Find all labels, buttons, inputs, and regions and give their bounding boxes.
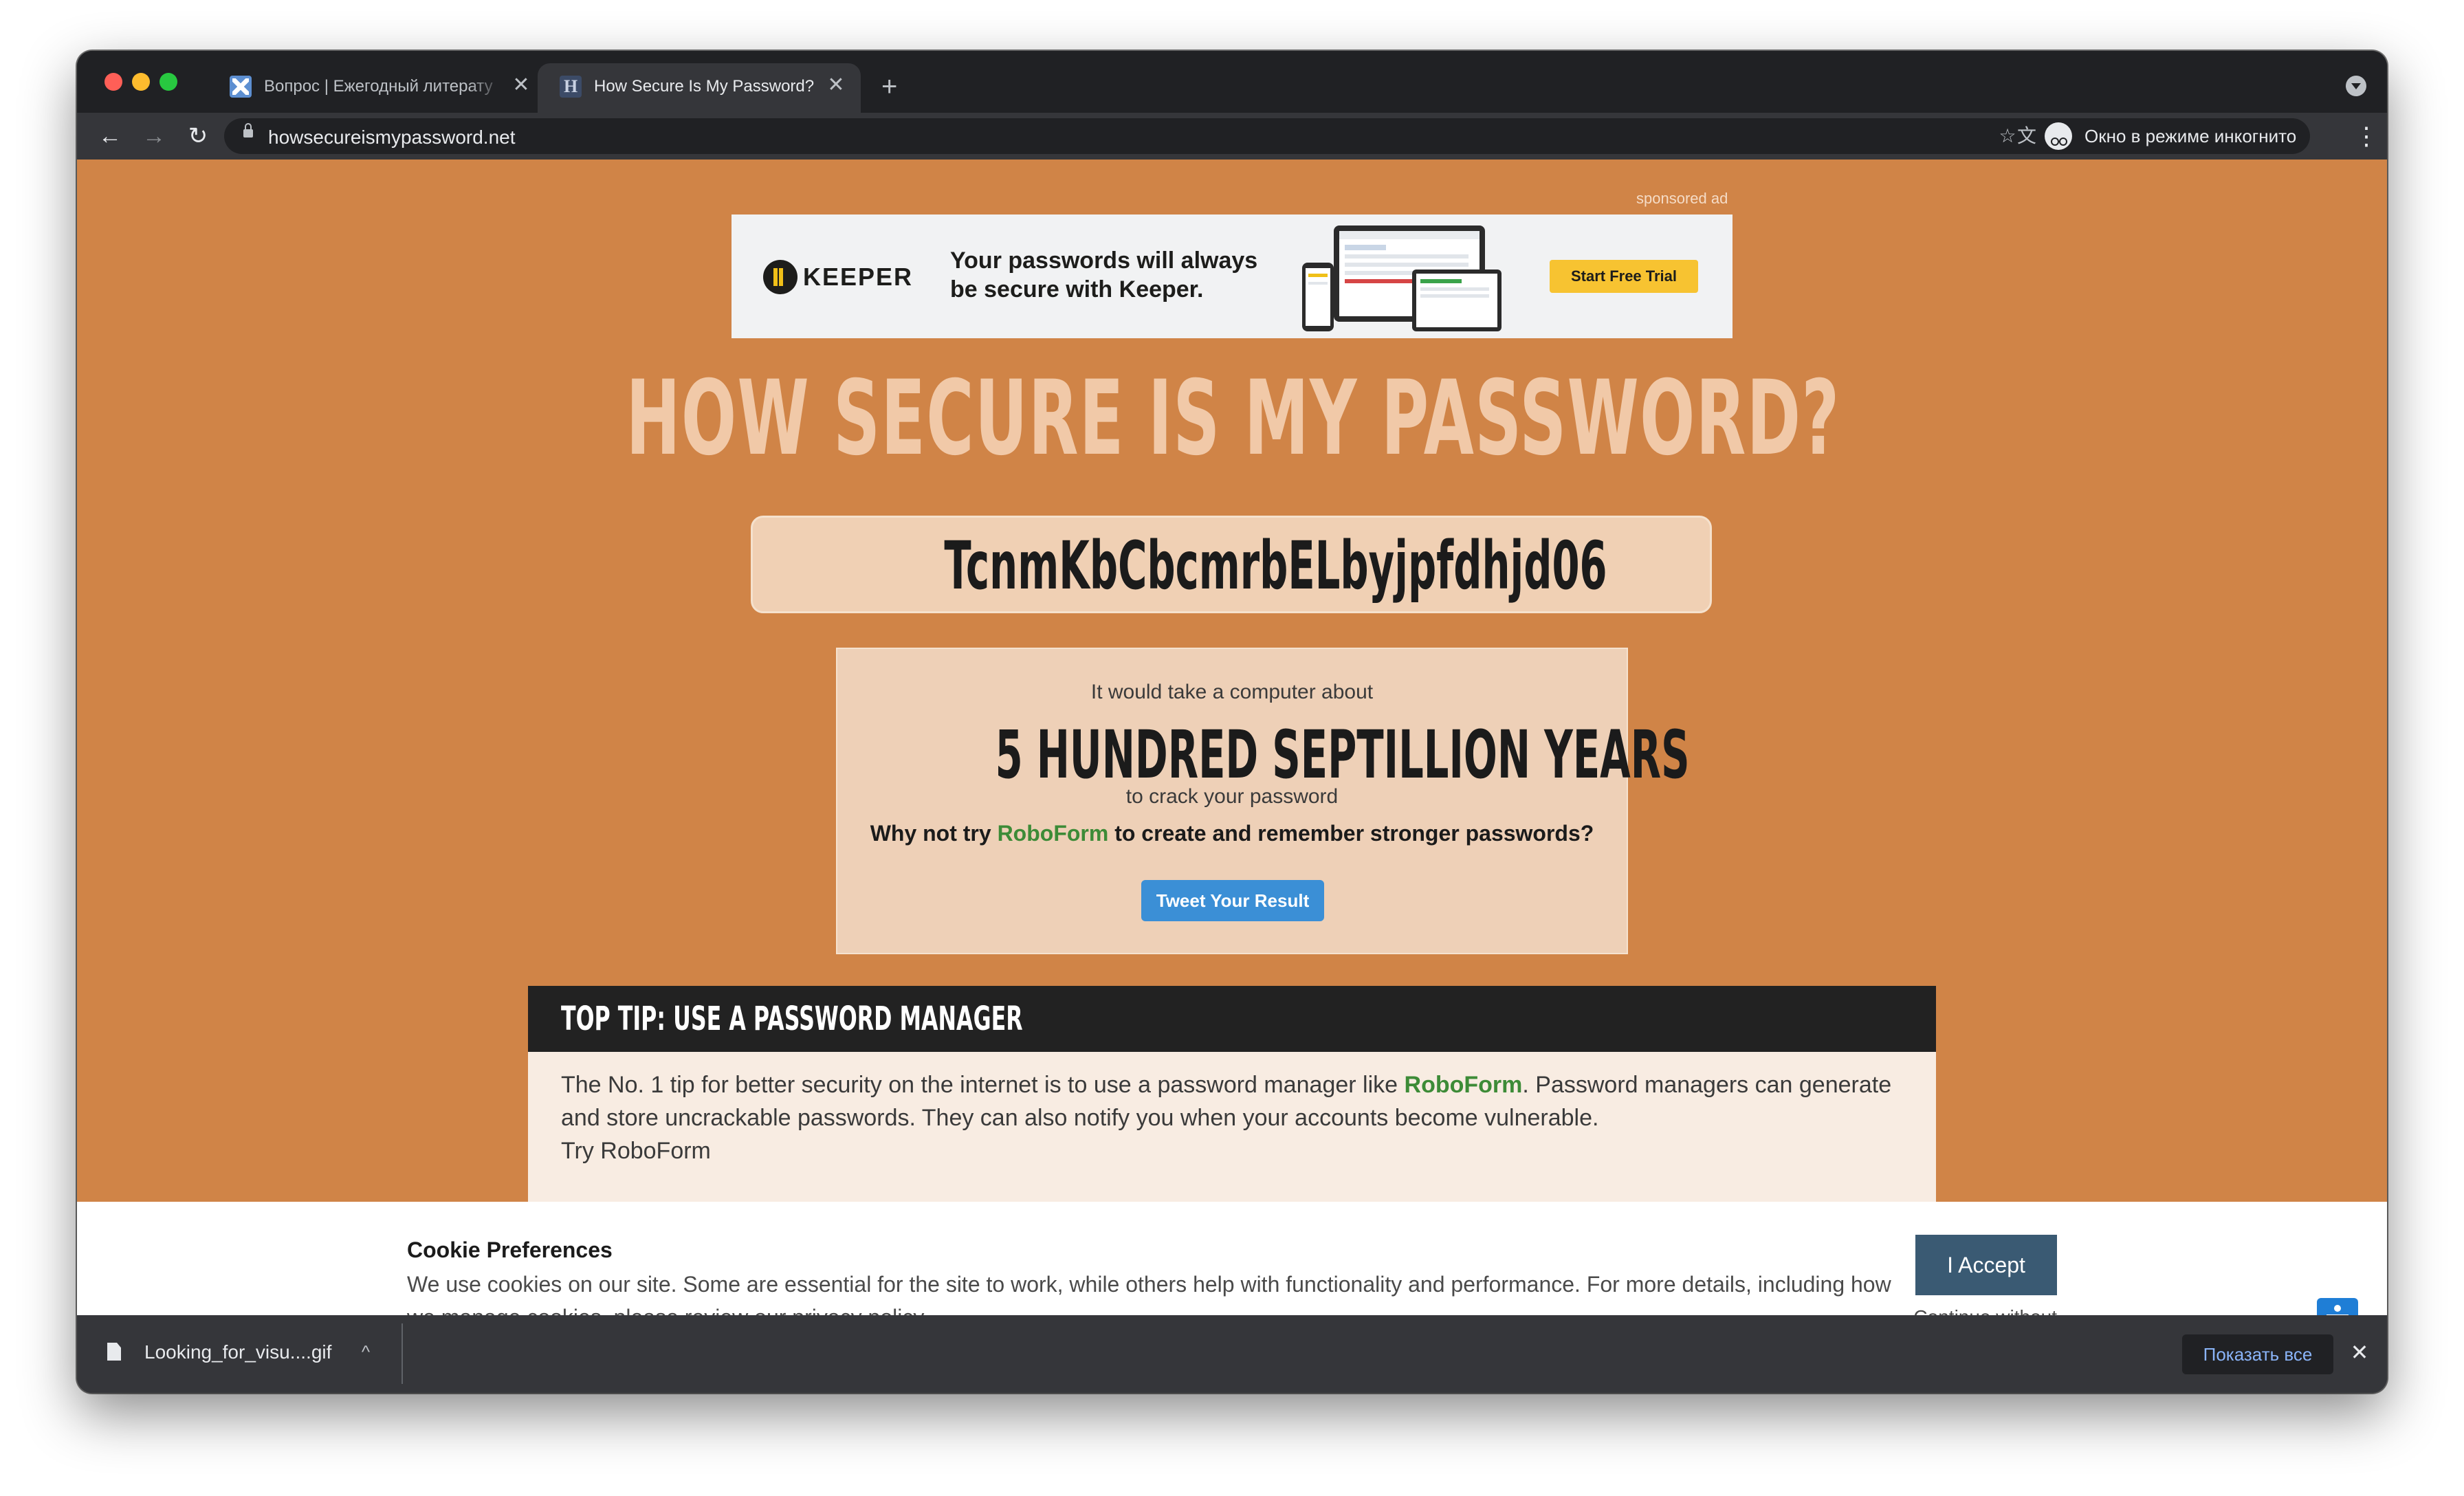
- tab-search-icon[interactable]: [2346, 76, 2366, 96]
- result-intro: It would take a computer about: [1090, 681, 1374, 703]
- divider: [402, 1323, 403, 1384]
- download-bar: Looking_for_visu....gif ^ Показать все ✕: [77, 1315, 2387, 1393]
- keeper-ad-banner[interactable]: KEEPER Your passwords will always be sec…: [732, 214, 1732, 338]
- reload-button[interactable]: ↻: [183, 121, 213, 151]
- keeper-logo-icon: [763, 260, 798, 294]
- browser-menu-icon[interactable]: ⋮: [2354, 121, 2379, 151]
- lock-icon[interactable]: [243, 123, 253, 138]
- incognito-icon: [2045, 122, 2072, 150]
- address-bar[interactable]: howsecureismypassword.net 文 ⊘: [224, 118, 2115, 154]
- suggestion-suffix: to create and remember stronger password…: [1108, 821, 1594, 846]
- back-button[interactable]: ←: [95, 121, 125, 151]
- tweet-result-button[interactable]: Tweet Your Result: [1141, 880, 1324, 921]
- ad-text: Your passwords will always be secure wit…: [950, 248, 1258, 302]
- journal-favicon-icon: [230, 76, 252, 98]
- bookmark-star-icon[interactable]: ☆: [1995, 124, 2020, 148]
- result-outro: to crack your password: [1125, 785, 1339, 808]
- zoom-window-button[interactable]: [160, 73, 177, 91]
- devices-illustration-icon: [1302, 226, 1502, 331]
- password-input[interactable]: TcnmKbCbcmrbELbyjpfdhjd06: [751, 516, 1712, 613]
- show-all-downloads-button[interactable]: Показать все: [2182, 1334, 2333, 1374]
- result-panel: It would take a computer about 5 HUNDRED…: [836, 648, 1690, 954]
- h-favicon-icon: [560, 76, 582, 98]
- crack-time: 5 HUNDRED SEPTILLION YEARS: [995, 716, 1690, 793]
- tab-strip: Вопрос | Ежегодный литерату ✕ How Secure…: [77, 51, 2387, 113]
- minimize-window-button[interactable]: [132, 73, 150, 91]
- cookie-text-suffix: .: [923, 1305, 929, 1315]
- cookie-title: Cookie Preferences: [407, 1238, 613, 1262]
- tab-how-secure[interactable]: How Secure Is My Password? ✕: [538, 63, 861, 113]
- close-icon[interactable]: ✕: [509, 73, 534, 98]
- tip-text-prefix: The No. 1 tip for better security on the…: [561, 1072, 1405, 1098]
- incognito-label: Окно в режиме инкогнито: [2084, 126, 2297, 146]
- toolbar: ← → ↻ howsecureismypassword.net 文 ⊘ ☆ Ок…: [77, 113, 2387, 160]
- incognito-indicator[interactable]: Окно в режиме инкогнито: [2036, 118, 2311, 154]
- cookie-text-prefix: We use cookies on our site. Some are ess…: [407, 1272, 1891, 1315]
- accessibility-icon[interactable]: [2317, 1298, 2358, 1315]
- page-content: sponsored ad KEEPER Your passwords will …: [77, 160, 2387, 1315]
- chevron-up-icon[interactable]: ^: [352, 1336, 380, 1363]
- browser-window: Вопрос | Ежегодный литерату ✕ How Secure…: [77, 51, 2387, 1393]
- tab-title: Вопрос | Ежегодный литерату: [264, 77, 493, 96]
- suggestion-prefix: Why not try: [870, 821, 998, 846]
- forward-button[interactable]: →: [139, 121, 169, 151]
- new-tab-button[interactable]: +: [881, 73, 897, 100]
- download-file-name[interactable]: Looking_for_visu....gif: [144, 1341, 331, 1363]
- start-free-trial-button[interactable]: Start Free Trial: [1550, 260, 1698, 293]
- close-window-button[interactable]: [104, 73, 122, 91]
- privacy-policy-link[interactable]: privacy policy: [792, 1305, 923, 1315]
- continue-without-accepting-link[interactable]: Continue without accepting: [1837, 1306, 2057, 1315]
- file-icon: [107, 1343, 121, 1361]
- close-icon[interactable]: ✕: [824, 73, 848, 98]
- tip-header: TOP TIP: USE A PASSWORD MANAGER: [528, 986, 1936, 1052]
- roboform-tip-link[interactable]: RoboForm: [1405, 1072, 1523, 1098]
- accept-cookies-button[interactable]: I Accept: [1915, 1235, 2057, 1295]
- page-title: HOW SECURE IS MY PASSWORD?: [626, 359, 1840, 478]
- roboform-link[interactable]: RoboForm: [998, 821, 1109, 846]
- cookie-banner: Cookie Preferences We use cookies on our…: [77, 1202, 2387, 1315]
- tip-title: TOP TIP: USE A PASSWORD MANAGER: [561, 1000, 1023, 1038]
- tab-title: How Secure Is My Password?: [594, 77, 815, 96]
- cookie-text: We use cookies on our site. Some are ess…: [407, 1268, 1892, 1315]
- tip-more-text[interactable]: Try RoboForm: [561, 1138, 711, 1164]
- close-icon[interactable]: ✕: [2346, 1339, 2373, 1366]
- url-text[interactable]: howsecureismypassword.net: [268, 126, 516, 148]
- ad-brand: KEEPER: [803, 263, 914, 291]
- roboform-suggestion: Why not try RoboForm to create and remem…: [837, 821, 1627, 846]
- sponsored-label: sponsored ad: [1636, 190, 1728, 207]
- password-value[interactable]: TcnmKbCbcmrbELbyjpfdhjd06: [944, 527, 1607, 604]
